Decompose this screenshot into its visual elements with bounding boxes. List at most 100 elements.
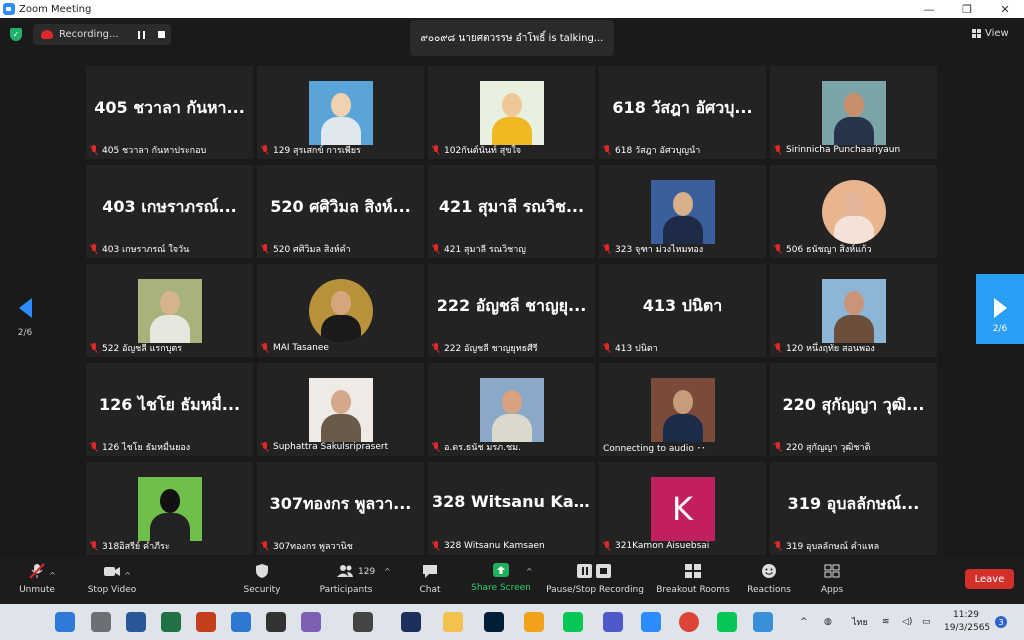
security-shield-icon[interactable]: ✓ bbox=[10, 28, 22, 41]
security-button[interactable]: Security bbox=[238, 561, 286, 601]
maximize-button[interactable]: ❐ bbox=[948, 0, 986, 18]
participant-tile[interactable]: 307ทองกร พูลวา... 307ทองกร พูลวานิช bbox=[257, 462, 424, 555]
participant-tile[interactable]: 403 เกษราภรณ์... 403 เกษราภรณ์ ใจวัน bbox=[86, 165, 253, 258]
shield-icon bbox=[253, 563, 271, 579]
participant-tile[interactable]: 413 ปนิตา 413 ปนิตา bbox=[599, 264, 766, 357]
participant-tile[interactable]: Sirinnicha Punchaariyaun bbox=[770, 66, 937, 159]
participant-name: 319 อุบลลักษณ์ คำแหล bbox=[786, 542, 880, 552]
breakout-rooms-label: Breakout Rooms bbox=[656, 585, 730, 595]
participant-tile[interactable]: 120 หนึ่งฤทัย สอนพอง bbox=[770, 264, 937, 357]
participants-button[interactable]: 129 Participants bbox=[316, 561, 376, 601]
person-head bbox=[843, 192, 864, 216]
participant-tile[interactable]: K 321Kamon Aisuebsai bbox=[599, 462, 766, 555]
participant-tile[interactable]: 506 ธนัชญา สิงห์แก้ว bbox=[770, 165, 937, 258]
previous-page-button[interactable]: 2/6 bbox=[10, 294, 40, 344]
input-language[interactable]: ไทย bbox=[852, 604, 868, 640]
smiley-icon bbox=[760, 563, 778, 579]
participant-tile[interactable]: 318อิสรีย์ คำภีระ bbox=[86, 462, 253, 555]
apps-button[interactable]: Apps bbox=[814, 561, 850, 601]
participant-name-label: 413 ปนิตา bbox=[603, 342, 762, 354]
word-icon[interactable] bbox=[126, 612, 146, 632]
participant-tile[interactable]: 319 อุบลลักษณ์... 319 อุบลลักษณ์ คำแหล bbox=[770, 462, 937, 555]
page-indicator-right: 2/6 bbox=[992, 324, 1008, 334]
participant-display-name: 126 ไชโย ธัมหมื่... bbox=[98, 395, 241, 414]
participants-icon bbox=[336, 563, 354, 579]
teams-icon[interactable] bbox=[603, 612, 623, 632]
wifi-icon[interactable]: ≋ bbox=[882, 604, 890, 640]
participant-tile[interactable]: 405 ชวาลา กันหา... 405 ชวาลา กันหาประกอบ bbox=[86, 66, 253, 159]
notification-badge[interactable]: 3 bbox=[995, 616, 1007, 628]
qr-code-icon[interactable] bbox=[266, 612, 286, 632]
mail-icon[interactable] bbox=[231, 612, 251, 632]
close-window-button[interactable]: ✕ bbox=[986, 0, 1024, 18]
person-head bbox=[159, 489, 180, 513]
participant-name-label: 506 ธนัชญา สิงห์แก้ว bbox=[774, 243, 933, 255]
view-button[interactable]: View bbox=[972, 24, 1018, 42]
zoom-taskbar-icon[interactable] bbox=[641, 612, 661, 632]
participant-tile[interactable]: Connecting to audio ･･ bbox=[599, 363, 766, 456]
app-purple-icon[interactable] bbox=[301, 612, 321, 632]
participant-name: 220 สุกัญญา วุฒิชาติ bbox=[786, 443, 871, 453]
chat-label: Chat bbox=[419, 585, 441, 595]
participant-tile[interactable]: 618 วัสฎา อัศวบุ... 618 วัสฎา อัศวบุญนำ bbox=[599, 66, 766, 159]
mic-muted-icon bbox=[774, 145, 782, 155]
leave-button[interactable]: Leave bbox=[965, 569, 1014, 589]
file-explorer-icon[interactable] bbox=[443, 612, 463, 632]
app-blue-icon[interactable] bbox=[753, 612, 773, 632]
chat-button[interactable]: Chat bbox=[414, 561, 446, 601]
tray-app-icon[interactable]: ◍ bbox=[824, 604, 832, 640]
participant-tile[interactable]: MAI Tasanee bbox=[257, 264, 424, 357]
participant-tile[interactable]: 102กันต์นันท์ สุขใจ bbox=[428, 66, 595, 159]
pause-stop-recording-button[interactable]: Pause/Stop Recording bbox=[544, 561, 646, 601]
minimize-button[interactable]: — bbox=[910, 0, 948, 18]
participant-tile[interactable]: Suphattra Sakulsriprasert bbox=[257, 363, 424, 456]
mic-muted-icon bbox=[261, 442, 269, 452]
mic-muted-icon bbox=[261, 343, 269, 353]
battery-icon[interactable]: ▭ bbox=[922, 604, 931, 640]
app-orange-icon[interactable] bbox=[524, 612, 544, 632]
pause-recording-icon[interactable] bbox=[138, 31, 145, 39]
participant-tile[interactable]: 126 ไชโย ธัมหมื่... 126 ไชโย ธัมหมื่นยอง bbox=[86, 363, 253, 456]
stop-video-button[interactable]: ^ Stop Video bbox=[84, 561, 140, 601]
participants-chevron-icon[interactable]: ^ bbox=[384, 567, 391, 576]
participant-tile[interactable]: 220 สุกัญญา วุฒิ... 220 สุกัญญา วุฒิชาติ bbox=[770, 363, 937, 456]
next-page-button[interactable]: 2/6 bbox=[976, 274, 1024, 344]
participant-tile[interactable]: อ.ดร.ธนัช มรภ.ชม. bbox=[428, 363, 595, 456]
participant-tile[interactable]: 222 อัญชลี ชาญยุ... 222 อัญชลี ชาญยุทธศีร… bbox=[428, 264, 595, 357]
share-screen-button[interactable]: Share Screen bbox=[470, 561, 532, 601]
tray-chevron-icon[interactable]: ^ bbox=[800, 604, 808, 640]
person-head bbox=[330, 93, 351, 117]
stop-recording-icon[interactable] bbox=[158, 31, 165, 38]
line-icon-2[interactable] bbox=[717, 612, 737, 632]
unmute-button[interactable]: ^ Unmute bbox=[14, 561, 60, 601]
breakout-rooms-button[interactable]: Breakout Rooms bbox=[656, 561, 730, 601]
share-chevron-icon[interactable]: ^ bbox=[526, 567, 533, 576]
participant-tile[interactable]: 421 สุมาลี รณวิช... 421 สุมาลี รณวิชาญ bbox=[428, 165, 595, 258]
volume-icon[interactable]: ◁) bbox=[902, 604, 912, 640]
participant-name-label: 222 อัญชลี ชาญยุทธศีรี bbox=[432, 342, 591, 354]
photoshop-icon-2[interactable] bbox=[484, 612, 504, 632]
participant-tile[interactable]: 328 Witsanu Ka... 328 Witsanu Kamsaen bbox=[428, 462, 595, 555]
chevron-up-icon[interactable]: ^ bbox=[124, 571, 131, 580]
powerpoint-icon[interactable] bbox=[196, 612, 216, 632]
line-icon[interactable] bbox=[563, 612, 583, 632]
participant-tile[interactable]: 323 จุฑา ม่วงไหมทอง bbox=[599, 165, 766, 258]
reactions-button[interactable]: Reactions bbox=[744, 561, 794, 601]
participant-tile[interactable]: 522 อัญชลี แรกบุตร bbox=[86, 264, 253, 357]
chrome-icon[interactable] bbox=[679, 612, 699, 632]
participant-tile[interactable]: 129 สุรเสกข์ การเพียร bbox=[257, 66, 424, 159]
participant-tile[interactable]: 520 ศศิวิมล สิงห์... 520 ศศิวิมล สิงห์คำ bbox=[257, 165, 424, 258]
task-view-icon[interactable] bbox=[91, 612, 111, 632]
chevron-up-icon[interactable]: ^ bbox=[49, 571, 56, 580]
app-dark-icon[interactable] bbox=[353, 612, 373, 632]
participant-display-name: 307ทองกร พูลวา... bbox=[269, 494, 412, 513]
excel-icon[interactable] bbox=[161, 612, 181, 632]
participant-name: 321Kamon Aisuebsai bbox=[615, 541, 710, 551]
mic-muted-icon bbox=[603, 343, 611, 353]
taskbar-clock[interactable]: 11:29 19/3/2565 bbox=[944, 609, 990, 635]
apps-label: Apps bbox=[820, 585, 844, 595]
participant-name: MAI Tasanee bbox=[273, 343, 329, 353]
photoshop-icon[interactable] bbox=[401, 612, 421, 632]
start-windows-icon[interactable] bbox=[55, 612, 75, 632]
participant-avatar-letter: K bbox=[650, 477, 715, 541]
